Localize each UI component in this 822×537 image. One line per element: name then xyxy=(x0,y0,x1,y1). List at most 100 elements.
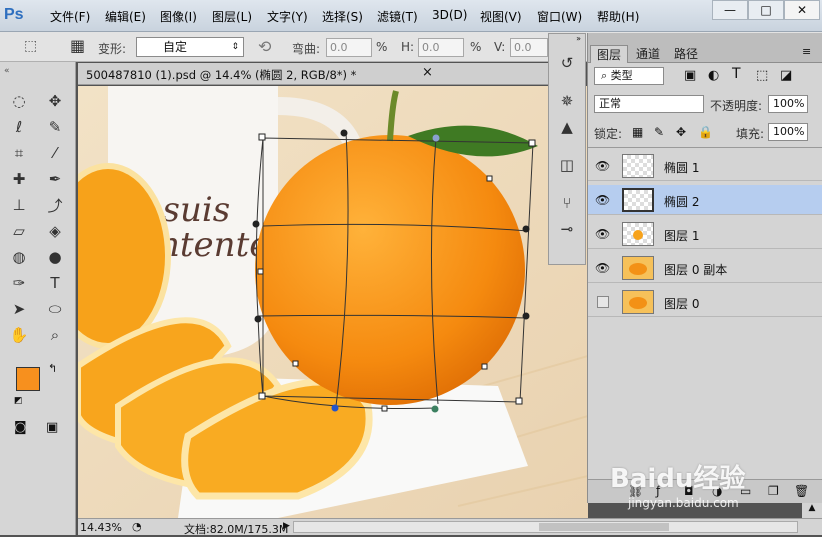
filter-pixel-icon[interactable]: ▣ xyxy=(684,68,696,83)
layer-row-selected[interactable]: 👁 椭圆 2 xyxy=(588,185,822,215)
h-input[interactable]: 0.0 xyxy=(418,38,464,57)
collapse-icon[interactable]: « xyxy=(4,66,10,76)
clone-source-icon[interactable]: ⊸ xyxy=(553,218,581,240)
history-brush-tool-icon[interactable]: ⤴ xyxy=(44,194,66,216)
move-tool-icon[interactable]: ✥ xyxy=(44,90,66,112)
filter-label: 类型 xyxy=(610,69,633,82)
lasso-tool-icon[interactable]: ℓ xyxy=(8,116,30,138)
3d-panel-icon[interactable]: ◫ xyxy=(553,154,581,176)
lock-pixels-icon[interactable]: ✎ xyxy=(654,125,664,139)
layer-name: 椭圆 1 xyxy=(664,161,700,175)
filter-adjust-icon[interactable]: ◐ xyxy=(708,68,719,83)
trash-icon[interactable]: 🗑 xyxy=(794,484,809,498)
brush-tool-icon[interactable]: ✒ xyxy=(44,168,66,190)
lock-all-icon[interactable]: 🔒 xyxy=(698,125,713,139)
crop-tool-icon[interactable]: ⌗ xyxy=(8,142,30,164)
eraser-tool-icon[interactable]: ▱ xyxy=(8,220,30,242)
opacity-input[interactable]: 100% xyxy=(768,95,808,113)
horizontal-scrollbar[interactable] xyxy=(293,521,798,533)
dodge-tool-icon[interactable]: ● xyxy=(44,246,66,268)
eye-icon[interactable]: 👁 xyxy=(595,193,611,207)
warp-orientation-icon[interactable]: ⟲ xyxy=(258,37,271,56)
document-tab[interactable]: 500487810 (1).psd @ 14.4% (椭圆 2, RGB/8*)… xyxy=(78,63,548,85)
tab-layers[interactable]: 图层 xyxy=(590,45,629,63)
layer-name: 图层 0 副本 xyxy=(664,263,728,277)
warp-grid-icon[interactable]: ▦ xyxy=(70,36,85,55)
h-label: H: xyxy=(401,40,415,54)
lock-transparent-icon[interactable]: ▦ xyxy=(632,125,643,139)
menu-view[interactable]: 视图(V) xyxy=(480,8,522,25)
tab-close-icon[interactable]: × xyxy=(422,65,433,80)
new-layer-icon[interactable]: ❐ xyxy=(768,484,779,498)
filter-select[interactable]: ⌕ 类型 xyxy=(594,67,664,85)
screen-mode-icon[interactable]: ▣ xyxy=(46,420,58,435)
history-panel-icon[interactable]: ↺ xyxy=(553,52,581,74)
eye-icon[interactable]: 👁 xyxy=(595,159,611,173)
panel-menu-icon[interactable]: ≡ xyxy=(802,45,811,58)
swap-colors-icon[interactable]: ↰ xyxy=(48,362,57,375)
lock-label: 锁定: xyxy=(594,127,623,141)
window-controls: — □ ✕ xyxy=(712,0,820,20)
bend-input[interactable]: 0.0 xyxy=(326,38,372,57)
paint-bucket-tool-icon[interactable]: ◈ xyxy=(44,220,66,242)
minimize-button[interactable]: — xyxy=(712,0,748,20)
menu-image[interactable]: 图像(I) xyxy=(160,8,197,25)
default-colors-icon[interactable]: ◩ xyxy=(14,396,23,406)
menu-type[interactable]: 文字(Y) xyxy=(267,8,308,25)
tab-paths[interactable]: 路径 xyxy=(668,45,704,63)
brush-presets-icon[interactable]: ⑂ xyxy=(553,192,581,214)
status-info-icon[interactable]: ◔ xyxy=(132,520,142,533)
strip-collapse-icon[interactable]: » xyxy=(549,34,585,43)
menu-3d[interactable]: 3D(D) xyxy=(432,8,467,22)
canvas-artwork: Je suis ntente xyxy=(78,86,588,518)
scrollbar-thumb[interactable] xyxy=(539,523,669,531)
close-button[interactable]: ✕ xyxy=(784,0,820,20)
menu-layer[interactable]: 图层(L) xyxy=(212,8,252,25)
type-tool-icon[interactable]: T xyxy=(44,272,66,294)
warp-tool-icon[interactable]: ⬚ xyxy=(24,38,37,54)
menu-filter[interactable]: 滤镜(T) xyxy=(377,8,418,25)
filter-shape-icon[interactable]: ⬚ xyxy=(756,68,768,83)
path-select-tool-icon[interactable]: ➤ xyxy=(8,298,30,320)
menu-help[interactable]: 帮助(H) xyxy=(597,8,639,25)
fill-input[interactable]: 100% xyxy=(768,123,808,141)
stamp-tool-icon[interactable]: ⊥ xyxy=(8,194,30,216)
scroll-up-icon[interactable]: ▲ xyxy=(802,503,822,518)
eyedropper-tool-icon[interactable]: ⁄ xyxy=(44,142,66,164)
zoom-tool-icon[interactable]: ⌕ xyxy=(44,324,66,346)
zoom-level[interactable]: 14.43% xyxy=(80,521,122,534)
v-input[interactable]: 0.0 xyxy=(510,38,548,57)
menu-file[interactable]: 文件(F) xyxy=(50,8,90,25)
status-arrow-icon[interactable]: ▶ xyxy=(283,521,290,531)
filter-smart-icon[interactable]: ◪ xyxy=(780,68,792,83)
menu-select[interactable]: 选择(S) xyxy=(322,8,363,25)
layer-row[interactable]: 👁 图层 0 副本 xyxy=(588,253,822,283)
eye-icon[interactable]: 👁 xyxy=(595,261,611,275)
healing-tool-icon[interactable]: ✚ xyxy=(8,168,30,190)
eye-icon[interactable]: 👁 xyxy=(595,227,611,241)
pen-tool-icon[interactable]: ✑ xyxy=(8,272,30,294)
histogram-panel-icon[interactable]: ▲ xyxy=(553,116,581,138)
foreground-color-swatch[interactable] xyxy=(16,367,40,391)
layer-row[interactable]: 👁 图层 1 xyxy=(588,219,822,249)
quick-mask-icon[interactable]: ◙ xyxy=(14,420,27,435)
document-canvas[interactable]: Je suis ntente xyxy=(78,86,588,518)
maximize-button[interactable]: □ xyxy=(748,0,784,20)
ellipse-tool-icon[interactable]: ⬭ xyxy=(44,298,66,320)
navigator-panel-icon[interactable]: ✵ xyxy=(553,90,581,112)
layer-row[interactable]: 图层 0 xyxy=(588,287,822,317)
transform-select[interactable]: 自定 ⇕ xyxy=(136,37,244,57)
marquee-tool-icon[interactable]: ◌ xyxy=(8,90,30,112)
menu-window[interactable]: 窗口(W) xyxy=(537,8,582,25)
tab-channels[interactable]: 通道 xyxy=(630,45,666,63)
blend-mode-select[interactable]: 正常 xyxy=(594,95,704,113)
blur-tool-icon[interactable]: ◍ xyxy=(8,246,30,268)
layers-panel: 图层 通道 路径 ≡ ⌕ 类型 ▣ ◐ T ⬚ ◪ 正常 不透明度: 100% … xyxy=(587,33,822,503)
menu-edit[interactable]: 编辑(E) xyxy=(105,8,146,25)
quick-select-tool-icon[interactable]: ✎ xyxy=(44,116,66,138)
hand-tool-icon[interactable]: ✋ xyxy=(8,324,30,346)
lock-position-icon[interactable]: ✥ xyxy=(676,125,686,139)
layer-row[interactable]: 👁 椭圆 1 xyxy=(588,151,822,181)
filter-type-icon[interactable]: T xyxy=(732,66,741,82)
eye-hidden-icon[interactable] xyxy=(597,296,609,308)
